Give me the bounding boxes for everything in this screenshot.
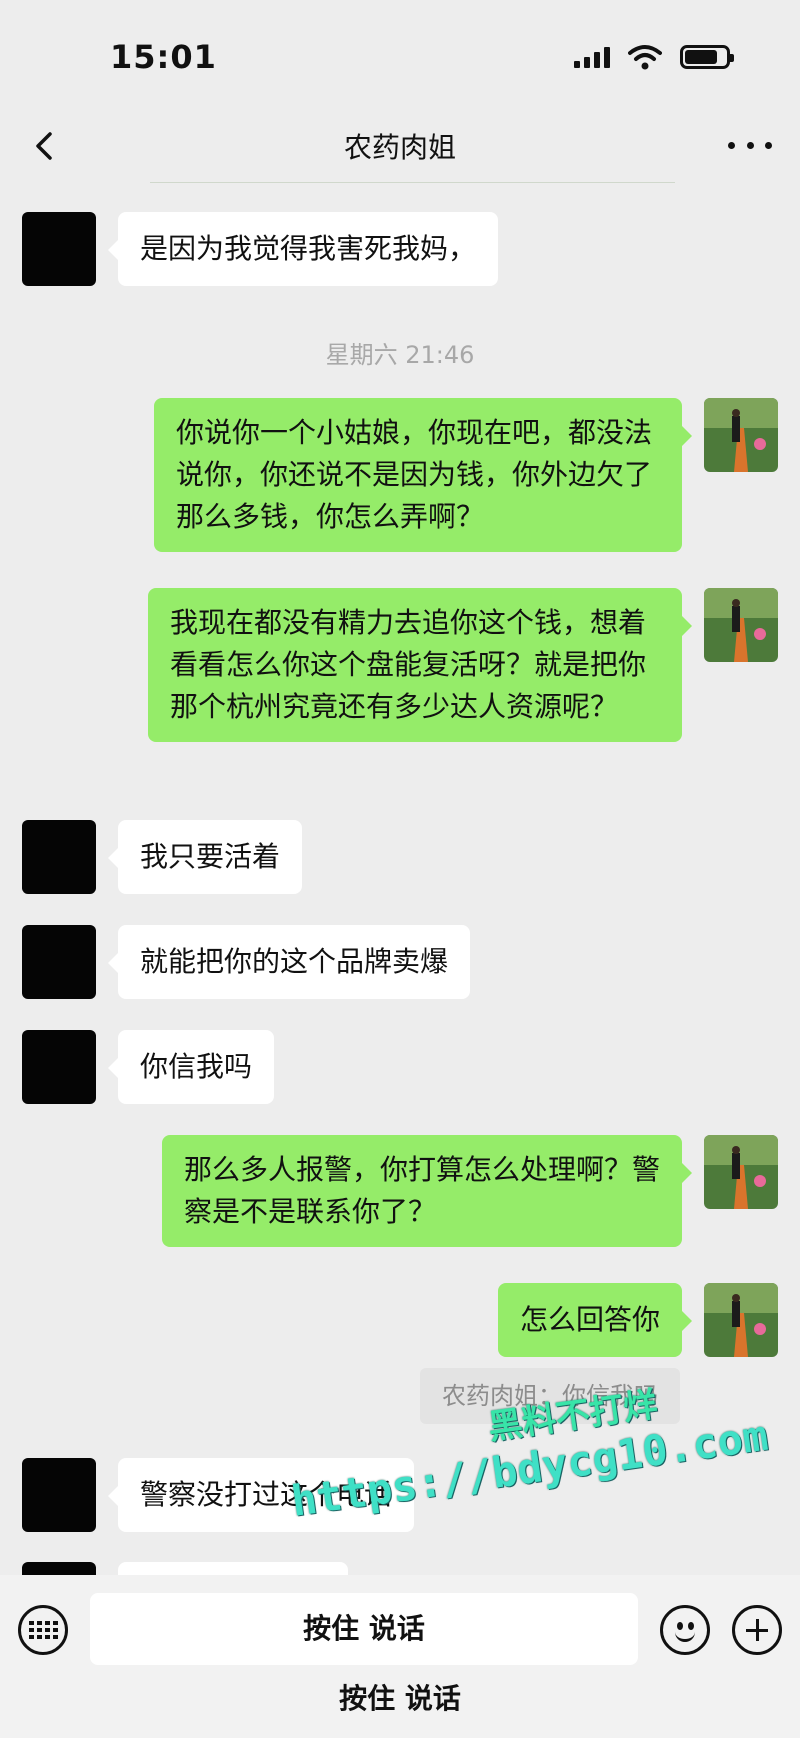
user-avatar[interactable] (704, 588, 778, 662)
message-row: 那么多人报警，你打算怎么处理啊？警察是不是联系你了？ (162, 1135, 778, 1247)
timestamp: 星期六 21:46 (325, 341, 475, 369)
contact-avatar (22, 1562, 96, 1575)
plus-icon[interactable] (732, 1605, 782, 1655)
message-row: 怎么回答你 (497, 1283, 778, 1357)
wifi-icon (628, 45, 662, 70)
message-row: 就能把你的这个品牌卖爆 (22, 925, 471, 999)
chat-screen: 15:01 农药肉姐 是因为我觉得我害死我妈， 星期六 21:46 你说你一个小… (0, 0, 800, 1738)
message-bubble-out[interactable]: 你说你一个小姑娘，你现在吧，都没法说你，你还说不是因为钱，你外边欠了那么多钱，你… (154, 398, 692, 552)
message-row: 我只要活着 (22, 820, 303, 894)
hold-to-talk-label: 按住 说话 (339, 1682, 461, 1715)
message-row: 你信我吗 (22, 1030, 275, 1104)
input-bar: 按住 说话 按住 说话 (0, 1575, 800, 1738)
status-icons (574, 44, 734, 70)
message-bubble-in[interactable]: 我只要活着 (107, 820, 303, 894)
message-row: 我现在都没有精力去追你这个钱，想着看看怎么你这个盘能复活呀？就是把你那个杭州究竟… (148, 588, 778, 742)
nav-bar: 农药肉姐 (0, 110, 800, 180)
battery-icon (680, 45, 734, 69)
signal-icon (574, 46, 610, 68)
emoji-icon[interactable] (660, 1605, 710, 1655)
message-bubble-in[interactable]: 是因为我觉得我害死我妈， (107, 212, 499, 286)
user-avatar[interactable] (704, 398, 778, 472)
contact-avatar[interactable] (22, 1030, 96, 1104)
user-avatar[interactable] (704, 1135, 778, 1209)
hold-to-talk-button[interactable]: 按住 说话 (90, 1593, 638, 1665)
contact-avatar[interactable] (22, 212, 96, 286)
message-bubble-out[interactable]: 怎么回答你 (497, 1283, 693, 1357)
message-bubble-in (118, 1562, 348, 1575)
message-bubble-in[interactable]: 你信我吗 (107, 1030, 275, 1104)
message-bubble-in[interactable]: 就能把你的这个品牌卖爆 (107, 925, 471, 999)
message-bubble-out[interactable]: 我现在都没有精力去追你这个钱，想着看看怎么你这个盘能复活呀？就是把你那个杭州究竟… (148, 588, 692, 742)
more-icon[interactable] (728, 128, 772, 162)
keyboard-icon[interactable] (18, 1605, 68, 1655)
status-time: 15:01 (110, 38, 217, 76)
status-bar: 15:01 (0, 0, 800, 110)
chat-title: 农药肉姐 (343, 131, 456, 164)
message-row: 你说你一个小姑娘，你现在吧，都没法说你，你还说不是因为钱，你外边欠了那么多钱，你… (154, 398, 778, 552)
nav-divider (150, 182, 675, 183)
message-bubble-out[interactable]: 那么多人报警，你打算怎么处理啊？警察是不是联系你了？ (162, 1135, 692, 1247)
contact-avatar[interactable] (22, 1458, 96, 1532)
user-avatar[interactable] (704, 1283, 778, 1357)
contact-avatar[interactable] (22, 820, 96, 894)
contact-avatar[interactable] (22, 925, 96, 999)
message-row: 是因为我觉得我害死我妈， (22, 212, 499, 286)
